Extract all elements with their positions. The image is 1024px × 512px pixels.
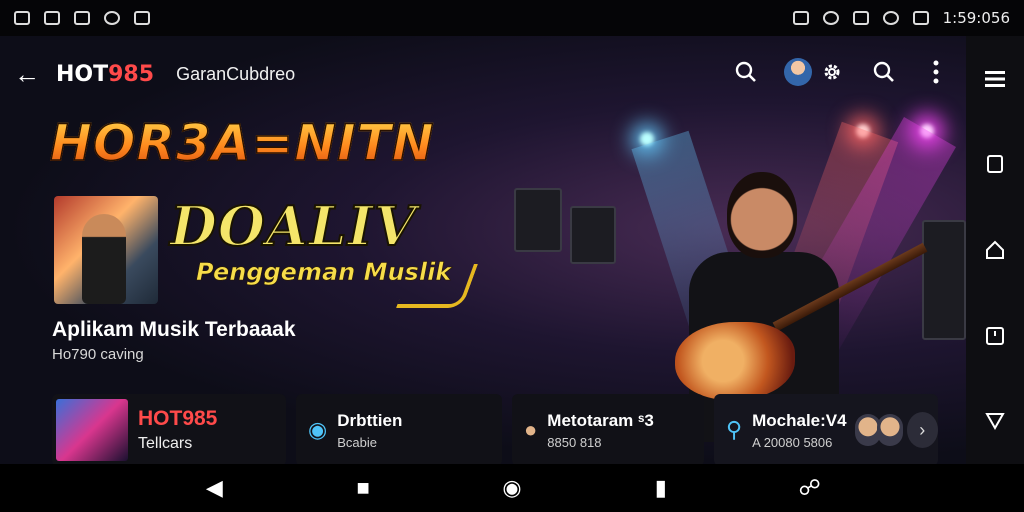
status-time: 1:59:056 xyxy=(942,9,1010,27)
chevron-right-icon[interactable]: › xyxy=(906,412,938,448)
card-subtitle: 8850 818 xyxy=(547,434,602,450)
message-icon xyxy=(44,11,60,25)
battery-icon xyxy=(912,11,929,25)
location-pin-icon: ⚲ xyxy=(726,417,743,442)
gallery-icon xyxy=(14,11,30,25)
sim-icon xyxy=(852,11,869,25)
more-options-icon[interactable] xyxy=(922,58,950,86)
swoosh-decoration xyxy=(395,264,479,308)
guitarist xyxy=(675,172,928,442)
card-title: Mochale:V4 xyxy=(752,410,847,430)
shield-icon xyxy=(792,11,809,25)
hero-thumbnail[interactable] xyxy=(54,196,158,304)
app-screen: ← HOT985 GaranCubdreo HOR3A=NITN DOALIV … xyxy=(0,36,966,464)
content-card[interactable]: HOT985 Tellcars xyxy=(52,394,286,464)
hero-stage-image xyxy=(510,96,966,442)
wifi-icon xyxy=(104,11,120,25)
side-navigation-rail xyxy=(966,36,1024,464)
amplifier xyxy=(922,220,966,340)
location-pin-icon: ◉ xyxy=(308,417,328,442)
nav-back-icon[interactable]: ◀ xyxy=(198,475,230,501)
app-subtitle: GaranCubdreo xyxy=(176,63,296,84)
search-icon[interactable] xyxy=(732,58,760,86)
avatar-group xyxy=(854,414,903,446)
nav-recents-icon[interactable]: ▮ xyxy=(645,475,677,501)
card-title: HOT985 xyxy=(138,407,218,430)
status-bar: 1:59:056 xyxy=(0,0,1024,36)
user-avatar[interactable] xyxy=(784,58,812,86)
card-title: Drbttien xyxy=(337,410,403,430)
settings-gear-icon[interactable] xyxy=(818,58,846,86)
home-icon[interactable] xyxy=(981,236,1009,264)
rotate-icon[interactable] xyxy=(981,150,1009,178)
card-subtitle: Bcabie xyxy=(337,434,377,450)
wifi-strength-icon xyxy=(882,11,899,25)
content-card[interactable]: ● Metotaram ˢ3 8850 818 xyxy=(512,394,704,464)
signal-icon xyxy=(822,11,839,25)
bookmark-icon[interactable] xyxy=(981,322,1009,350)
avatar xyxy=(876,414,903,446)
menu-icon[interactable] xyxy=(981,65,1009,93)
nav-square-icon[interactable]: ■ xyxy=(347,475,379,501)
hero-headline: HOR3A=NITN xyxy=(49,113,435,173)
app-logo[interactable]: HOT985 xyxy=(56,62,154,87)
card-subtitle: A 20080 5806 xyxy=(752,434,833,450)
content-card[interactable]: ⚲ Mochale:V4 A 20080 5806 › xyxy=(714,394,938,464)
gallery-icon-2 xyxy=(74,11,90,25)
card-title: Metotaram ˢ3 xyxy=(547,410,654,430)
person-icon: ● xyxy=(524,417,538,442)
amplifier xyxy=(570,206,616,264)
content-card[interactable]: ◉ Drbttien Bcabie xyxy=(296,394,502,464)
amplifier xyxy=(514,188,562,252)
card-subtitle: Tellcars xyxy=(138,435,193,452)
content-cards: HOT985 Tellcars ◉ Drbttien Bcabie ● Meto… xyxy=(52,394,952,464)
back-arrow-icon[interactable]: ← xyxy=(14,59,44,90)
system-navigation-bar: ◀ ■ ◉ ▮ ☍ xyxy=(0,464,1024,512)
notification-icon xyxy=(134,11,150,25)
nav-home-circle-icon[interactable]: ◉ xyxy=(496,475,528,501)
card-thumbnail xyxy=(56,399,128,461)
hero-headline-secondary: DOALIV xyxy=(169,193,417,259)
search-icon-secondary[interactable] xyxy=(870,58,898,86)
hero-tagline-sub: Ho790 caving xyxy=(52,346,144,363)
hero-tagline: Aplikam Musik Terbaaak xyxy=(52,318,296,341)
nav-accessibility-icon[interactable]: ☍ xyxy=(794,475,826,501)
triangle-down-icon[interactable] xyxy=(981,407,1009,435)
